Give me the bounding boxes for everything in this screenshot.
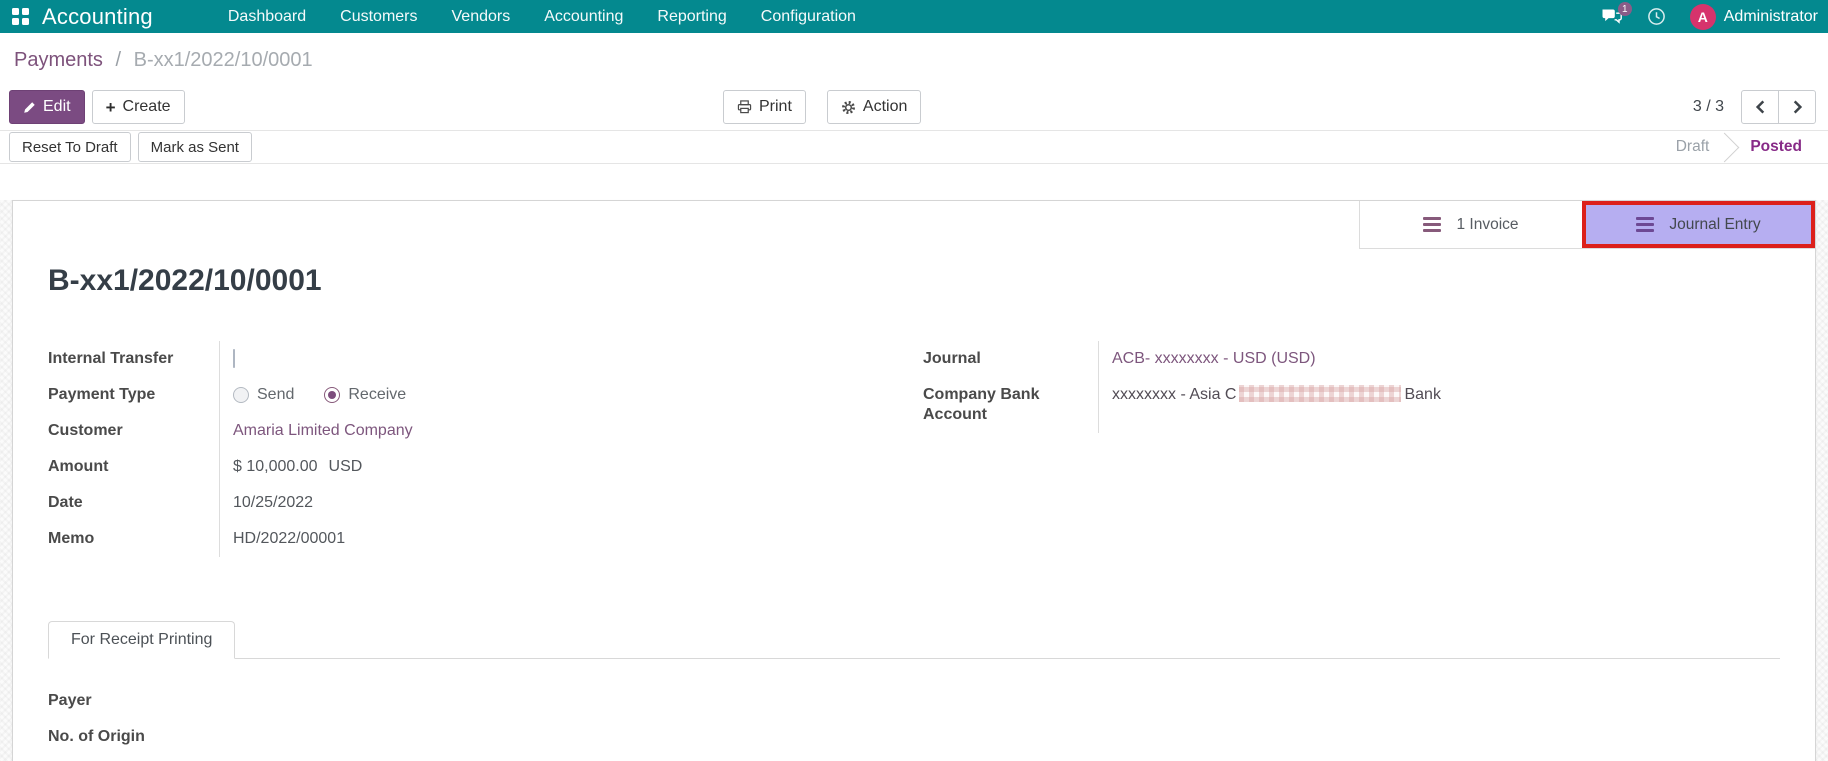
journal-value-link[interactable]: ACB- xxxxxxxx - USD (USD)	[1112, 350, 1316, 367]
print-button[interactable]: Print	[723, 90, 806, 124]
pager-next-button[interactable]	[1778, 90, 1816, 124]
control-panel: Edit + Create Print Action 3 / 3	[0, 84, 1828, 130]
gear-icon	[841, 100, 856, 115]
tab-content: Payer No. of Origin	[48, 659, 1780, 755]
bank-account-value-prefix: xxxxxxxx - Asia C	[1112, 386, 1237, 403]
main-menu: Dashboard Customers Vendors Accounting R…	[211, 0, 873, 33]
no-of-origin-value	[220, 719, 1780, 755]
radio-unchecked-icon	[233, 386, 249, 403]
field-customer: Customer Amaria Limited Company	[48, 413, 903, 449]
breadcrumb-payments-link[interactable]: Payments	[14, 49, 103, 71]
form-sheet: 1 Invoice Journal Entry B-xx1/2022/10/00…	[12, 200, 1816, 761]
apps-grid-icon[interactable]	[12, 8, 29, 25]
user-avatar: A	[1689, 3, 1716, 30]
breadcrumb: Payments / B-xx1/2022/10/0001	[0, 33, 1828, 84]
create-button-label: Create	[122, 98, 171, 115]
status-posted[interactable]: Posted	[1730, 138, 1822, 156]
field-internal-transfer: Internal Transfer	[48, 341, 903, 377]
menu-configuration[interactable]: Configuration	[744, 0, 873, 33]
action-button[interactable]: Action	[826, 90, 922, 124]
date-label: Date	[48, 485, 220, 521]
payment-type-receive-option[interactable]: Receive	[324, 384, 406, 405]
send-option-label: Send	[257, 386, 295, 403]
activities-button[interactable]	[1647, 7, 1666, 26]
print-button-label: Print	[759, 98, 792, 115]
action-button-label: Action	[862, 98, 908, 115]
journal-label: Journal	[923, 341, 1099, 377]
amount-label: Amount	[48, 449, 220, 485]
field-journal: Journal ACB- xxxxxxxx - USD (USD)	[923, 341, 1780, 377]
notebook: For Receipt Printing Payer No. of Origin	[48, 621, 1780, 755]
invoice-stat-label: 1 Invoice	[1456, 215, 1519, 233]
menu-reporting[interactable]: Reporting	[640, 0, 743, 33]
status-arrow-divider	[1709, 132, 1740, 162]
chevron-left-icon	[1755, 100, 1765, 114]
menu-vendors[interactable]: Vendors	[435, 0, 528, 33]
company-bank-account-label: Company Bank Account	[923, 377, 1099, 433]
no-of-origin-label: No. of Origin	[48, 728, 145, 745]
redacted-blur-block	[1239, 385, 1402, 402]
pager-value: 3 / 3	[1692, 98, 1724, 115]
breadcrumb-current: B-xx1/2022/10/0001	[133, 49, 313, 71]
app-brand[interactable]: Accounting	[42, 4, 153, 30]
form-left-column: Internal Transfer Payment Type Send Rece…	[48, 341, 903, 557]
create-button[interactable]: + Create	[91, 90, 185, 124]
statusbar: Draft Posted	[1656, 131, 1828, 163]
journal-bars-icon	[1636, 217, 1655, 232]
messages-button[interactable]: 1	[1601, 2, 1632, 25]
payer-value	[220, 683, 1780, 719]
menu-dashboard[interactable]: Dashboard	[211, 0, 323, 33]
pager-previous-button[interactable]	[1741, 90, 1779, 124]
amount-value: $ 10,000.00	[233, 458, 318, 475]
tab-bar: For Receipt Printing	[48, 621, 1780, 659]
mark-as-sent-button[interactable]: Mark as Sent	[137, 132, 252, 162]
clock-icon	[1647, 7, 1666, 26]
field-payer: Payer	[48, 683, 1780, 719]
tab-for-receipt-printing[interactable]: For Receipt Printing	[48, 621, 236, 659]
menu-customers[interactable]: Customers	[323, 0, 434, 33]
payment-title: B-xx1/2022/10/0001	[48, 264, 322, 297]
field-no-of-origin: No. of Origin	[48, 719, 1780, 755]
customer-label: Customer	[48, 413, 220, 449]
memo-value: HD/2022/00001	[233, 530, 346, 547]
bank-account-value-suffix: Bank	[1404, 386, 1441, 403]
form-background: 1 Invoice Journal Entry B-xx1/2022/10/00…	[0, 200, 1828, 761]
field-company-bank-account: Company Bank Account xxxxxxxx - Asia C Ba…	[923, 377, 1780, 433]
messages-badge: 1	[1617, 2, 1632, 16]
chevron-right-icon	[1793, 100, 1802, 114]
invoice-stat-button[interactable]: 1 Invoice	[1359, 201, 1582, 248]
user-menu[interactable]: A Administrator	[1689, 3, 1818, 30]
journal-entry-stat-button[interactable]: Journal Entry	[1582, 201, 1815, 248]
memo-label: Memo	[48, 521, 220, 557]
payment-type-label: Payment Type	[48, 377, 220, 413]
payer-label: Payer	[48, 692, 92, 709]
receive-option-label: Receive	[348, 386, 407, 403]
amount-currency: USD	[328, 458, 363, 475]
breadcrumb-separator: /	[115, 49, 122, 71]
field-payment-type: Payment Type Send Receive	[48, 377, 903, 413]
date-value: 10/25/2022	[233, 494, 314, 511]
top-navbar: Accounting Dashboard Customers Vendors A…	[0, 0, 1828, 33]
pencil-icon	[23, 101, 36, 114]
statusbar-row: Reset To Draft Mark as Sent Draft Posted	[0, 130, 1828, 164]
field-date: Date 10/25/2022	[48, 485, 903, 521]
edit-button-label: Edit	[43, 98, 71, 115]
edit-button[interactable]: Edit	[9, 90, 85, 124]
field-amount: Amount $ 10,000.00 USD	[48, 449, 903, 485]
menu-accounting[interactable]: Accounting	[527, 0, 640, 33]
form-right-column: Journal ACB- xxxxxxxx - USD (USD) Compan…	[923, 341, 1780, 557]
journal-bars-icon	[1423, 217, 1442, 232]
printer-icon	[737, 100, 752, 114]
internal-transfer-checkbox[interactable]	[233, 349, 235, 368]
internal-transfer-label: Internal Transfer	[48, 341, 220, 377]
plus-icon: +	[105, 97, 116, 117]
field-memo: Memo HD/2022/00001	[48, 521, 903, 557]
radio-checked-icon	[324, 386, 341, 403]
stat-buttons: 1 Invoice Journal Entry	[1359, 201, 1815, 249]
payment-type-send-option[interactable]: Send	[233, 384, 294, 405]
journal-entry-stat-label: Journal Entry	[1669, 215, 1761, 233]
user-name: Administrator	[1723, 7, 1818, 25]
reset-to-draft-button[interactable]: Reset To Draft	[9, 132, 131, 162]
customer-value-link[interactable]: Amaria Limited Company	[233, 422, 413, 439]
